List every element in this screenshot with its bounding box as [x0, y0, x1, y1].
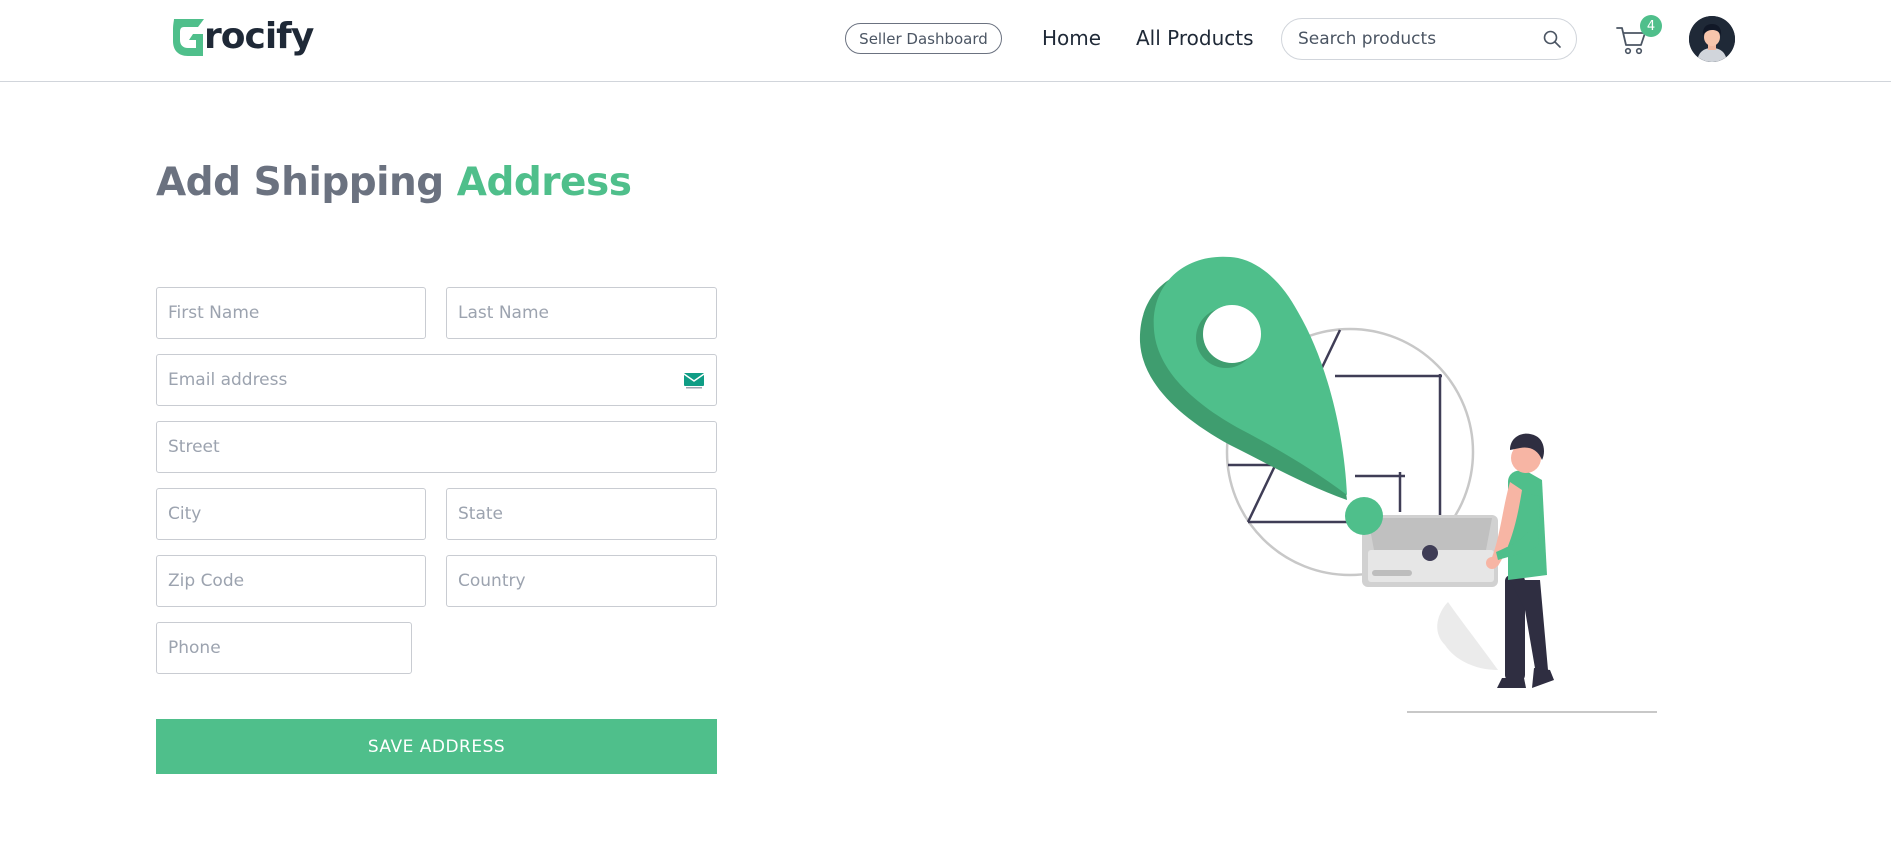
avatar-image — [1689, 16, 1735, 62]
navbar: rocify Seller Dashboard Home All Product… — [0, 0, 1891, 82]
person-figure — [1486, 433, 1554, 688]
nav-link-home[interactable]: Home — [1042, 26, 1101, 50]
search-bar — [1281, 18, 1577, 60]
location-pin-icon — [1139, 256, 1347, 500]
email-field — [156, 354, 717, 406]
phone-input[interactable] — [168, 638, 400, 658]
first-name-field — [156, 287, 426, 339]
search-icon[interactable] — [1542, 29, 1562, 49]
street-input[interactable] — [168, 437, 705, 457]
page-title-main: Add Shipping — [156, 160, 457, 205]
phone-field — [156, 622, 412, 674]
delivery-location-illustration — [1139, 256, 1657, 713]
cart-count-badge: 4 — [1640, 15, 1662, 37]
street-field — [156, 421, 717, 473]
zip-code-input[interactable] — [168, 571, 414, 591]
search-input[interactable] — [1298, 29, 1542, 49]
mail-icon — [683, 373, 705, 389]
country-input[interactable] — [458, 571, 705, 591]
first-name-input[interactable] — [168, 303, 414, 323]
city-input[interactable] — [168, 504, 414, 524]
state-field — [446, 488, 717, 540]
save-address-button[interactable]: SAVE ADDRESS — [156, 719, 717, 774]
country-field — [446, 555, 717, 607]
last-name-input[interactable] — [458, 303, 705, 323]
city-field — [156, 488, 426, 540]
state-input[interactable] — [458, 504, 705, 524]
email-input[interactable] — [168, 370, 683, 390]
seller-dashboard-button[interactable]: Seller Dashboard — [845, 23, 1002, 54]
last-name-field — [446, 287, 717, 339]
parcel-box — [1345, 497, 1498, 587]
brand-name: rocify — [204, 16, 314, 57]
brand-logo[interactable]: rocify — [170, 16, 314, 58]
plant-leaf — [1437, 602, 1498, 670]
page-title-accent: Address — [456, 160, 632, 205]
cart-button[interactable]: 4 — [1615, 15, 1662, 56]
nav-link-all-products[interactable]: All Products — [1136, 26, 1254, 50]
page-title: Add Shipping Address — [156, 160, 632, 205]
zip-code-field — [156, 555, 426, 607]
user-avatar[interactable] — [1689, 16, 1735, 62]
